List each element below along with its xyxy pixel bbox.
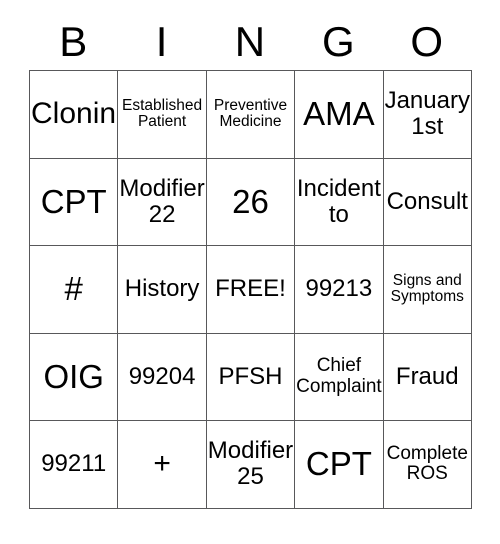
bingo-cell[interactable]: 99211 (30, 421, 119, 509)
bingo-cell-label: Fraud (395, 362, 459, 390)
bingo-row: OIG 99204 PFSH Chief Complaint Fraud (30, 333, 472, 421)
bingo-cell[interactable]: Fraud (383, 333, 472, 421)
bingo-cell[interactable]: + (118, 421, 207, 509)
bingo-cell-label: OIG (43, 357, 104, 395)
bingo-cell-label: Complete ROS (386, 442, 468, 485)
bingo-cell-label: Chief Complaint (296, 355, 382, 397)
bingo-cell-label: 26 (232, 182, 269, 220)
bingo-cell[interactable]: 99213 (295, 246, 384, 334)
bingo-cell-label: 99211 (41, 450, 107, 478)
bingo-cell-label: January 1st (384, 87, 470, 141)
bingo-cell-label: Preventive Medicine (213, 96, 288, 131)
bingo-header-letter-b: B (59, 18, 88, 65)
bingo-cell-label: Incident to (296, 174, 381, 228)
bingo-cell[interactable]: Established Patient (118, 71, 207, 159)
bingo-cell[interactable]: Complete ROS (383, 421, 472, 509)
bingo-cell[interactable]: Cloning (30, 71, 119, 159)
bingo-cell[interactable]: History (118, 246, 207, 334)
bingo-cell-label: 99204 (128, 362, 196, 390)
bingo-cell[interactable]: AMA (295, 71, 384, 159)
bingo-cell-label: CPT (40, 182, 107, 220)
bingo-cell-label: Cloning (31, 97, 117, 131)
bingo-cell[interactable]: Modifier 25 (206, 421, 296, 509)
bingo-cell[interactable]: Chief Complaint (295, 333, 384, 421)
bingo-cell[interactable]: January 1st (383, 71, 472, 159)
bingo-header-letter-i: I (155, 18, 168, 65)
bingo-cell-label: History (124, 275, 200, 303)
bingo-cell[interactable]: # (30, 246, 119, 334)
bingo-cell[interactable]: Incident to (295, 158, 384, 246)
bingo-cell-label: Established Patient (122, 96, 203, 131)
bingo-cell-label: Modifier 25 (207, 437, 294, 491)
bingo-header-letter-o: O (410, 18, 444, 65)
bingo-cell-label: Signs and Symptoms (390, 271, 464, 306)
bingo-cell[interactable]: PFSH (206, 333, 296, 421)
bingo-cell-label: Modifier 22 (119, 174, 205, 228)
bingo-cell[interactable]: Preventive Medicine (206, 71, 296, 159)
bingo-header-row: B I N G O (29, 14, 471, 70)
bingo-cell-label: PFSH (218, 362, 283, 390)
bingo-cell[interactable]: Consult (383, 158, 472, 246)
bingo-cell[interactable]: Modifier 22 (118, 158, 207, 246)
bingo-cell-label: Consult (386, 187, 468, 215)
bingo-cell-label: CPT (305, 445, 372, 483)
bingo-header-letter-n: N (234, 18, 266, 65)
bingo-row: CPT Modifier 22 26 Incident to Consult (30, 158, 472, 246)
bingo-cell[interactable]: OIG (30, 333, 119, 421)
bingo-cell-free[interactable]: FREE! (206, 246, 296, 334)
bingo-card: B I N G O Cloning Established Patient Pr… (29, 14, 472, 509)
bingo-row: 99211 + Modifier 25 CPT Complete ROS (30, 421, 472, 509)
bingo-row: # History FREE! 99213 Signs and Symptoms (30, 246, 472, 334)
bingo-cell[interactable]: 99204 (118, 333, 207, 421)
bingo-cell-label: + (153, 447, 171, 481)
bingo-cell[interactable]: 26 (206, 158, 296, 246)
bingo-cell-label: # (64, 270, 83, 308)
bingo-grid: Cloning Established Patient Preventive M… (29, 70, 472, 509)
bingo-cell-label: FREE! (215, 275, 286, 303)
bingo-cell-label: 99213 (305, 275, 373, 303)
bingo-row: Cloning Established Patient Preventive M… (30, 71, 472, 159)
bingo-cell[interactable]: CPT (295, 421, 384, 509)
bingo-header-letter-g: G (322, 18, 355, 65)
bingo-cell[interactable]: CPT (30, 158, 119, 246)
bingo-cell-label: AMA (303, 95, 375, 133)
bingo-cell[interactable]: Signs and Symptoms (383, 246, 472, 334)
